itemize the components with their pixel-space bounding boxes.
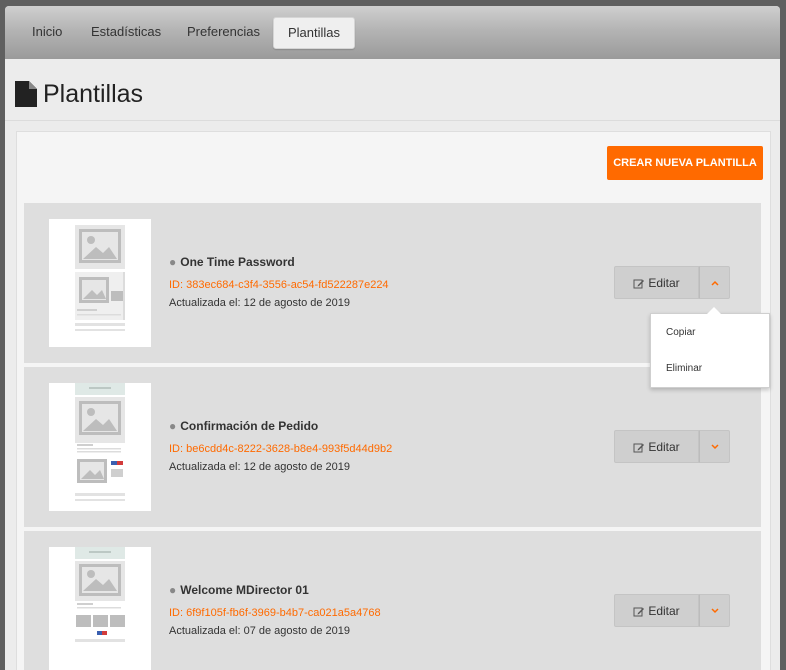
document-icon — [15, 81, 37, 107]
options-toggle-button[interactable] — [699, 430, 730, 463]
status-dot-icon: ● — [169, 255, 177, 269]
template-id: ID: 383ec684-c3f4-3556-ac54-fd522287e224 — [169, 279, 389, 291]
page-title: Plantillas — [15, 78, 143, 110]
page-title-text: Plantillas — [43, 79, 144, 108]
template-info: ● Confirmación de Pedido ID: be6cdd4c-822… — [169, 419, 392, 473]
template-info: ● One Time Password ID: 383ec684-c3f4-355… — [169, 255, 389, 309]
tab-plantillas[interactable]: Plantillas — [273, 17, 356, 49]
tab-estadisticas[interactable]: Estadísticas — [77, 17, 175, 47]
create-template-button[interactable]: CREAR NUEVA PLANTILLA — [607, 146, 763, 180]
edit-icon — [633, 443, 645, 453]
delete-menu-item[interactable]: Eliminar — [666, 363, 702, 374]
template-id: ID: 6f9f105f-fb6f-3969-b4b7-ca021a5a4768 — [169, 607, 381, 619]
template-card: ● Welcome MDirector 01 ID: 6f9f105f-fb6f-… — [24, 531, 761, 670]
edit-button[interactable]: Editar — [614, 266, 699, 299]
template-updated: Actualizada el: 12 de agosto de 2019 — [169, 461, 351, 473]
template-name: Welcome MDirector 01 — [180, 583, 309, 597]
template-name: One Time Password — [180, 255, 295, 269]
divider — [5, 120, 780, 121]
top-nav: Inicio Estadísticas Preferencias Plantil… — [5, 6, 780, 59]
chevron-down-icon — [710, 607, 719, 613]
template-updated: Actualizada el: 07 de agosto de 2019 — [169, 625, 351, 637]
edit-button[interactable]: Editar — [614, 594, 699, 627]
template-thumbnail[interactable] — [49, 383, 151, 511]
status-dot-icon: ● — [169, 419, 177, 433]
tab-inicio[interactable]: Inicio — [18, 17, 76, 47]
edit-icon — [633, 279, 645, 289]
edit-button[interactable]: Editar — [614, 430, 699, 463]
status-dot-icon: ● — [169, 583, 177, 597]
copy-menu-item[interactable]: Copiar — [666, 327, 695, 338]
template-thumbnail[interactable] — [49, 547, 151, 670]
chevron-up-icon — [710, 280, 719, 286]
options-dropdown: Copiar Eliminar — [650, 307, 770, 388]
dropdown-arrow — [707, 307, 721, 314]
options-toggle-button[interactable] — [699, 594, 730, 627]
templates-panel: CREAR NUEVA PLANTILLA ● One Time Passwor… — [16, 131, 771, 670]
options-toggle-button[interactable] — [699, 266, 730, 299]
chevron-down-icon — [710, 443, 719, 449]
template-info: ● Welcome MDirector 01 ID: 6f9f105f-fb6f-… — [169, 583, 381, 637]
app-window: Inicio Estadísticas Preferencias Plantil… — [5, 6, 780, 670]
template-id: ID: be6cdd4c-8222-3628-b8e4-993f5d44d9b2 — [169, 443, 393, 455]
template-name: Confirmación de Pedido — [180, 419, 319, 433]
tab-preferencias[interactable]: Preferencias — [173, 17, 274, 47]
template-thumbnail[interactable] — [49, 219, 151, 347]
template-card: ● Confirmación de Pedido ID: be6cdd4c-822… — [24, 367, 761, 527]
template-updated: Actualizada el: 12 de agosto de 2019 — [169, 297, 351, 309]
edit-icon — [633, 607, 645, 617]
